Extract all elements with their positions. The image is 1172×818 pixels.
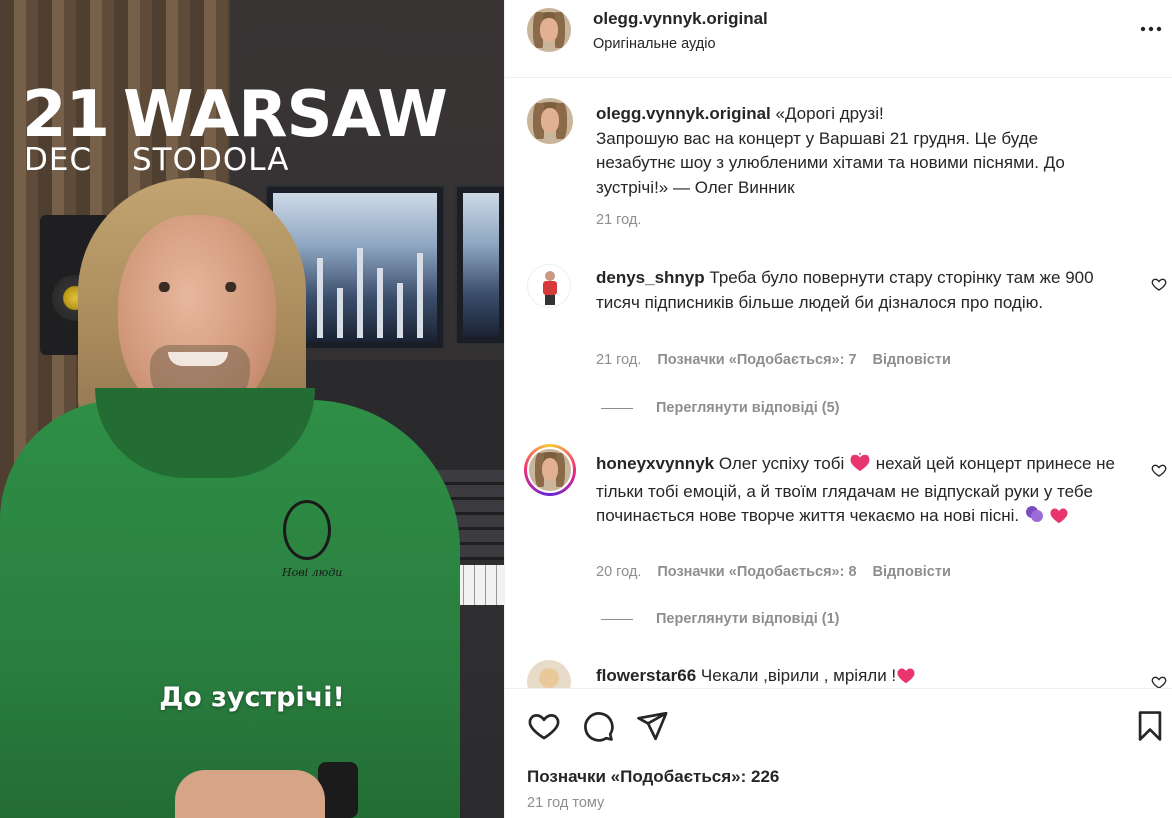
audio-label[interactable]: Оригінальне аудіо: [593, 36, 716, 52]
comment-text: Чекали ,вірили , мріяли !: [700, 666, 897, 685]
event-month: DEC: [24, 142, 93, 178]
replies-line: [601, 407, 633, 409]
view-replies-label: Переглянути відповіді (1): [656, 611, 840, 627]
commenter-avatar[interactable]: [527, 660, 571, 688]
reply-button[interactable]: Відповісти: [873, 564, 951, 580]
author-username[interactable]: olegg.vynnyk.original: [593, 9, 768, 29]
comment-item: flowerstar66 Чекали ,вірили , мріяли !: [505, 656, 1172, 688]
caption-username[interactable]: olegg.vynnyk.original: [596, 104, 771, 123]
smile: [168, 352, 228, 366]
commenter-avatar[interactable]: [527, 264, 571, 308]
comment-meta: 20 год. Позначки «Подобається»: 8 Відпов…: [596, 564, 951, 580]
comment-username[interactable]: flowerstar66: [596, 666, 696, 685]
event-day: 21: [22, 78, 110, 152]
hand: [175, 770, 325, 818]
comment-time[interactable]: 20 год.: [596, 564, 641, 580]
author-avatar[interactable]: [527, 98, 573, 144]
like-comment-heart-icon[interactable]: [1151, 462, 1167, 478]
heart-emoji-icon: [849, 452, 871, 480]
replies-line: [601, 618, 633, 620]
view-replies-button[interactable]: Переглянути відповіді (5): [601, 400, 840, 416]
share-icon[interactable]: [635, 709, 669, 743]
post-media-video[interactable]: Нові люди 21 WARSAW DEC STODOLA До зустр…: [0, 0, 504, 818]
view-replies-button[interactable]: Переглянути відповіді (1): [601, 611, 840, 627]
comment-username[interactable]: honeyxvynnyk: [596, 454, 714, 473]
hoodie-logo-text: Нові люди: [282, 566, 343, 579]
caption-meta: 21 год.: [596, 212, 641, 228]
video-caption: До зустрічі!: [159, 682, 345, 713]
eyes: [150, 282, 245, 292]
studio-monitor-right: [455, 185, 504, 345]
comment-text-a: Олег успіху тобі: [718, 454, 845, 473]
like-comment-heart-icon[interactable]: [1151, 276, 1167, 292]
hoodie-logo: [283, 500, 331, 560]
bookmark-icon[interactable]: [1133, 709, 1167, 743]
comment-item: honeyxvynnyk Олег успіху тобі нехай цей …: [505, 444, 1172, 636]
comment-likes[interactable]: Позначки «Подобається»: 7: [657, 352, 856, 368]
post-time[interactable]: 21 год тому: [527, 795, 604, 811]
post-details-panel: olegg.vynnyk.original Оригінальне аудіо …: [504, 0, 1172, 818]
comment-body: honeyxvynnyk Олег успіху тобі нехай цей …: [596, 452, 1116, 532]
caption-time[interactable]: 21 год.: [596, 212, 641, 228]
comment-body: flowerstar66 Чекали ,вірили , мріяли !: [596, 664, 1116, 688]
more-horizontal-icon[interactable]: [1139, 19, 1163, 39]
comment-username[interactable]: denys_shnyp: [596, 268, 705, 287]
reply-button[interactable]: Відповісти: [873, 352, 951, 368]
story-ring[interactable]: [524, 444, 576, 496]
comment-time[interactable]: 21 год.: [596, 352, 641, 368]
comment-meta: 21 год. Позначки «Подобається»: 7 Відпов…: [596, 352, 951, 368]
hug-emoji-icon: [1024, 504, 1044, 532]
heart-emoji-icon: [1049, 506, 1069, 532]
event-venue: STODOLA: [132, 142, 290, 178]
comment-icon[interactable]: [581, 709, 615, 743]
comment-body: denys_shnyp Треба було повернути стару с…: [596, 266, 1116, 315]
comment-likes[interactable]: Позначки «Подобається»: 8: [657, 564, 856, 580]
heart-emoji-icon: [896, 666, 916, 688]
post-header: olegg.vynnyk.original Оригінальне аудіо: [505, 0, 1172, 78]
author-avatar[interactable]: [527, 8, 571, 52]
view-replies-label: Переглянути відповіді (5): [656, 400, 840, 416]
event-city: WARSAW: [123, 78, 448, 152]
comment-item: denys_shnyp Треба було повернути стару с…: [505, 262, 1172, 422]
heart-icon[interactable]: [527, 709, 561, 743]
commenter-avatar: [527, 447, 573, 493]
caption-body: olegg.vynnyk.original «Дорогі друзі! Зап…: [596, 102, 1116, 200]
post-actions-bar: Позначки «Подобається»: 226 21 год тому: [505, 689, 1172, 818]
likes-count[interactable]: Позначки «Подобається»: 226: [527, 767, 779, 787]
post-caption: olegg.vynnyk.original «Дорогі друзі! Зап…: [505, 96, 1172, 246]
